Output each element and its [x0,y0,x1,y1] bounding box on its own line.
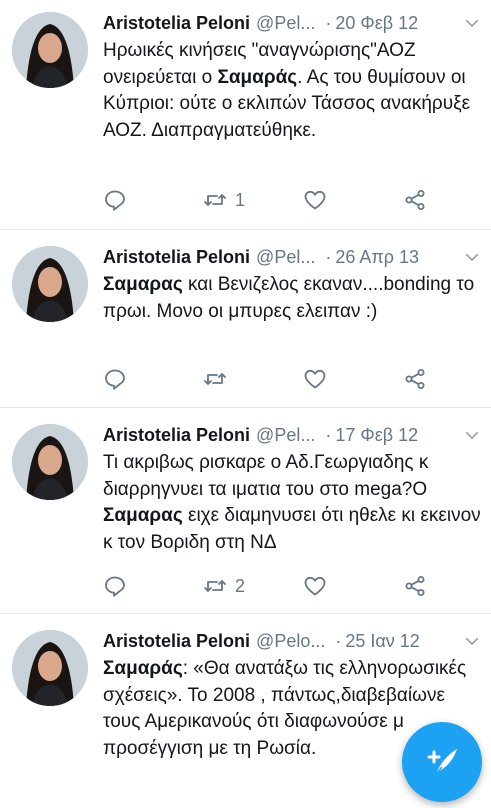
retweet-icon [204,194,226,206]
heart-icon [304,576,326,596]
avatar[interactable] [12,424,88,500]
timeline: Aristotelia Peloni @Pel... · 20 Φεβ 12 Η… [0,0,491,808]
reply-icon [105,576,125,597]
tweet-header: Aristotelia Peloni @Pelo... · 25 Ιαν 12 [103,628,481,654]
tweet-date[interactable]: 26 Απρ 13 [335,247,419,268]
retweet-count: 1 [235,189,246,210]
tweet-header: Aristotelia Peloni @Pel... · 20 Φεβ 12 [103,10,481,36]
chevron-down-icon[interactable] [463,248,481,266]
chevron-down-icon[interactable] [463,14,481,32]
share-icon [405,369,425,389]
avatar[interactable] [12,630,88,706]
retweet-button[interactable]: 2 [203,572,245,600]
dot-separator: · [325,12,332,33]
reply-icon [105,190,125,211]
share-button[interactable] [403,365,427,393]
compose-tweet-icon [427,749,457,775]
tweet-actions: 2 [103,572,433,600]
author-handle[interactable]: @Pel... [256,13,315,34]
tweet-date[interactable]: 17 Φεβ 12 [335,425,418,446]
tweet-header: Aristotelia Peloni @Pel... · 26 Απρ 13 [103,244,481,270]
like-button[interactable] [303,572,327,600]
retweet-icon [204,580,226,592]
tweet-text: Ηρωικές κινήσεις "αναγνώρισης"ΑΟΖ ονειρε… [103,38,481,144]
author-name[interactable]: Aristotelia Peloni [103,247,250,268]
retweet-button[interactable] [203,365,235,393]
tweet[interactable]: Aristotelia Peloni @Pel... · 26 Απρ 13 Σ… [0,230,491,408]
tweet[interactable]: Aristotelia Peloni @Pel... · 20 Φεβ 12 Η… [0,0,491,230]
tweet-actions [103,365,433,393]
chevron-down-icon[interactable] [463,632,481,650]
chevron-down-icon[interactable] [463,426,481,444]
dot-separator: · [335,630,342,651]
like-button[interactable] [303,365,327,393]
retweet-icon [204,373,226,385]
tweet-actions: 1 [103,186,433,214]
tweet[interactable]: Aristotelia Peloni @Pel... · 17 Φεβ 12 Τ… [0,408,491,614]
heart-icon [304,190,326,210]
reply-button[interactable] [103,572,127,600]
tweet-text-segment: Τι ακριβως ρισκαρε ο Αδ.Γεωργιαδης κ δια… [103,452,429,500]
retweet-button[interactable]: 1 [203,186,245,214]
tweet-text-bold: Σαμαράς [217,66,298,88]
author-name[interactable]: Aristotelia Peloni [103,13,250,34]
author-handle[interactable]: @Pel... [256,425,315,446]
tweet-date[interactable]: 25 Ιαν 12 [345,631,419,652]
share-button[interactable] [403,186,427,214]
avatar[interactable] [12,12,88,88]
author-name[interactable]: Aristotelia Peloni [103,425,250,446]
tweet-text: Τι ακριβως ρισκαρε ο Αδ.Γεωργιαδης κ δια… [103,450,481,556]
author-handle[interactable]: @Pelo... [256,631,325,652]
compose-tweet-button[interactable] [402,722,482,802]
dot-separator: · [325,424,332,445]
reply-button[interactable] [103,186,127,214]
share-button[interactable] [403,572,427,600]
tweet-text: Σαμαρας και Βενιζελος εκαναν....bonding … [103,272,481,325]
retweet-count: 2 [235,575,246,596]
tweet-date[interactable]: 20 Φεβ 12 [335,13,418,34]
dot-separator: · [325,246,332,267]
tweet-text-bold: Σαμαρας [103,505,183,526]
tweet-header: Aristotelia Peloni @Pel... · 17 Φεβ 12 [103,422,481,448]
tweet-text-bold: Σαμαρας [103,274,183,295]
share-icon [405,190,425,210]
reply-icon [105,369,125,390]
share-icon [405,576,425,596]
reply-button[interactable] [103,365,127,393]
heart-icon [304,369,326,389]
like-button[interactable] [303,186,327,214]
avatar[interactable] [12,246,88,322]
author-name[interactable]: Aristotelia Peloni [103,631,250,652]
author-handle[interactable]: @Pel... [256,247,315,268]
tweet-text-bold: Σαμαράς [103,658,183,679]
